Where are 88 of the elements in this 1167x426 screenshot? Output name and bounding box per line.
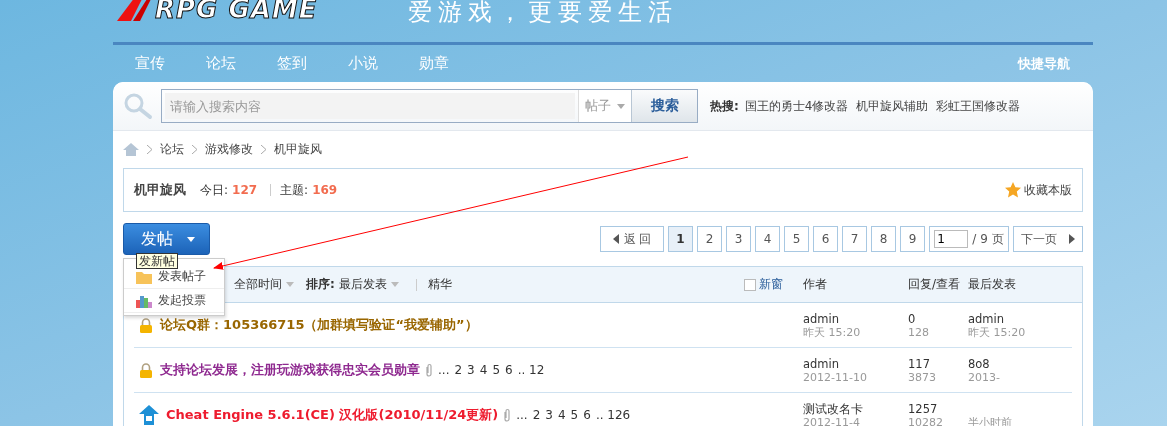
filter-link[interactable]: 全部时间: [234, 276, 294, 293]
triangle-right-icon: [1069, 234, 1075, 244]
page-link[interactable]: 6: [505, 363, 513, 377]
stat-label: 今日:: [200, 181, 229, 199]
hot-search-link[interactable]: 国王的勇士4修改器: [744, 97, 849, 115]
column-header: 最后发表: [968, 276, 1017, 293]
lock-icon: [139, 317, 153, 333]
hot-search-link[interactable]: 彩虹王国修改器: [936, 97, 1021, 115]
stat-value: 169: [312, 183, 338, 197]
hot-search-label: 热搜:: [710, 97, 739, 115]
last-poster-link[interactable]: 8o8: [968, 356, 1072, 371]
caret-icon: [286, 282, 294, 287]
page-link[interactable]: 2: [697, 226, 722, 252]
page-link[interactable]: 7: [842, 226, 867, 252]
chevron-icon: [261, 145, 266, 154]
page-link[interactable]: 9: [900, 226, 925, 252]
hot-search-link[interactable]: 机甲旋风辅助: [856, 97, 929, 115]
page-link[interactable]: .. 126: [595, 408, 631, 422]
next-page-button[interactable]: 下一页: [1013, 226, 1083, 252]
reply-count: 117: [908, 356, 931, 371]
page-link[interactable]: 2: [532, 408, 541, 422]
thread-title[interactable]: 论坛Q群：105366715（加群填写验证“我爱辅助”）: [160, 316, 478, 334]
thread-title[interactable]: 支持论坛发展，注册玩游戏获得忠实会员勋章: [160, 361, 420, 379]
search-field[interactable]: 请输入搜索内容: [165, 93, 575, 119]
column-header: 作者: [803, 276, 828, 293]
author-link[interactable]: admin: [803, 311, 908, 326]
page-link[interactable]: 2: [454, 363, 463, 377]
search-icon: [123, 92, 153, 120]
breadcrumb-link[interactable]: 机甲旋风: [274, 141, 322, 158]
reply-count: 0: [908, 311, 917, 326]
breadcrumb-link[interactable]: 游戏修改: [205, 141, 253, 158]
menu-item[interactable]: 发起投票: [124, 289, 224, 313]
star-icon: [1005, 182, 1021, 198]
last-post-time: 2013-: [968, 370, 1001, 384]
page-link[interactable]: ...: [438, 363, 450, 377]
last-poster-link[interactable]: admin: [968, 311, 1072, 326]
page-link[interactable]: 3: [545, 408, 553, 422]
caret-icon: [390, 282, 399, 287]
page-link[interactable]: .. 12: [517, 363, 545, 377]
checkbox[interactable]: [744, 278, 756, 291]
view-count: 3873: [908, 370, 937, 384]
page-link[interactable]: 4: [557, 408, 566, 422]
page-link[interactable]: 6: [813, 226, 838, 252]
tooltip: 发新帖: [136, 253, 178, 269]
page-link[interactable]: 5: [570, 408, 579, 422]
page-link[interactable]: 8: [871, 226, 896, 252]
slogan: 爱游戏，更要爱生活: [407, 0, 678, 28]
stat-value: 127: [232, 183, 258, 197]
page-link[interactable]: 6: [583, 408, 591, 422]
reply-count: 1257: [908, 401, 939, 416]
chevron-icon: [147, 145, 152, 154]
stat-label: 主题:: [280, 181, 309, 199]
home-icon: [123, 143, 139, 156]
search-button[interactable]: 搜索: [631, 90, 697, 122]
back-button[interactable]: 返 回: [600, 226, 664, 252]
page-input[interactable]: 1: [934, 230, 969, 248]
favorite-link[interactable]: 收藏本版: [1005, 181, 1072, 199]
lock-icon: [139, 362, 153, 378]
page-link[interactable]: 3: [467, 363, 475, 377]
post-date: 2012-11-4: [803, 415, 861, 426]
breadcrumb-link[interactable]: 论坛: [160, 141, 184, 158]
author-link[interactable]: 测试改名卡: [803, 401, 908, 416]
page-link[interactable]: 4: [479, 363, 488, 377]
bar-chart-icon: [136, 293, 152, 308]
caret-icon: [617, 103, 625, 109]
last-post-time: 昨天 15:20: [968, 325, 1027, 339]
page-link[interactable]: 1: [668, 226, 693, 252]
page-link[interactable]: 4: [755, 226, 780, 252]
chevron-icon: [192, 145, 197, 154]
page-link[interactable]: ...: [516, 408, 528, 422]
page-link[interactable]: 5: [784, 226, 809, 252]
new-post-button[interactable]: 发帖: [123, 223, 210, 255]
filter-link[interactable]: 排序: 最后发表: [306, 276, 399, 293]
filter-link[interactable]: 精华: [427, 276, 452, 293]
post-date: 昨天 15:20: [803, 325, 862, 339]
caret-icon: [187, 236, 195, 242]
triangle-left-icon: [612, 234, 619, 244]
column-header: 回复/查看: [908, 276, 962, 293]
page-link[interactable]: 5: [492, 363, 500, 377]
thread-title[interactable]: Cheat Engine 5.6.1(CE) 汉化版(2010/11/24更新): [166, 406, 499, 424]
author-link[interactable]: admin: [803, 356, 908, 371]
page-total: / 9 页: [972, 230, 1004, 248]
view-count: 128: [908, 325, 930, 339]
view-count: 10282: [908, 415, 944, 426]
forum-title: 机甲旋风: [134, 181, 186, 199]
page-link[interactable]: 3: [726, 226, 751, 252]
new-window-link[interactable]: 新窗: [759, 276, 783, 293]
post-date: 2012-11-10: [803, 370, 868, 384]
